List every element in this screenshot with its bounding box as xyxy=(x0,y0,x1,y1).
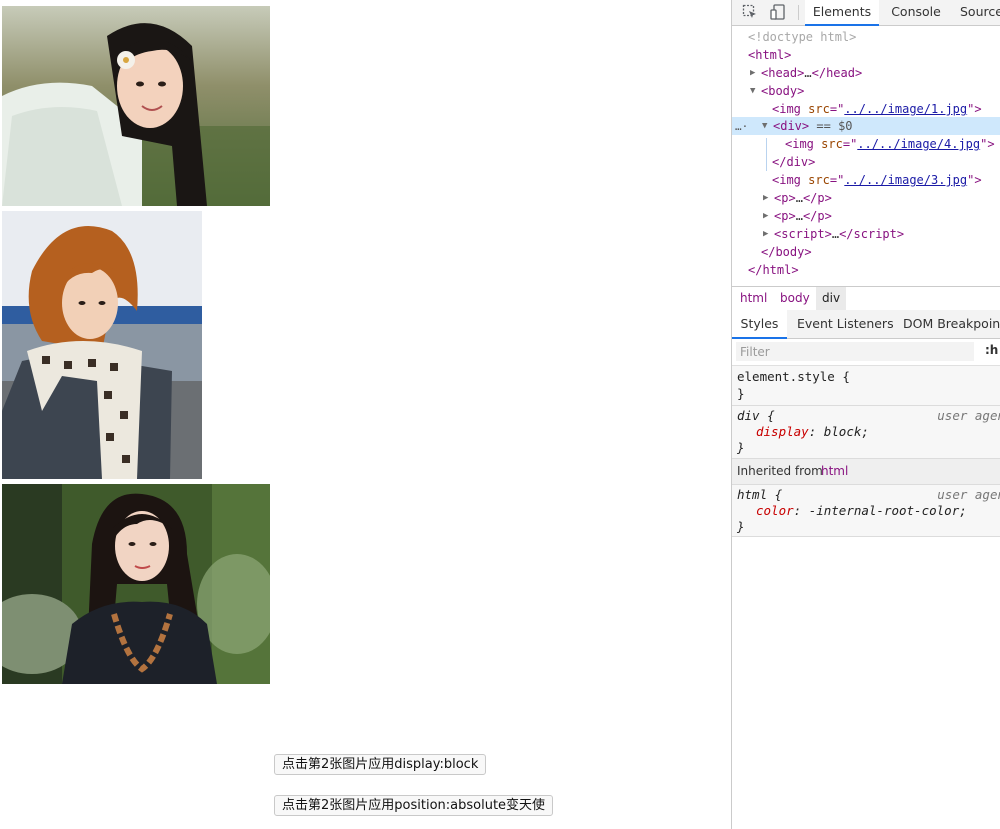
html-rule-declaration[interactable]: color: -internal-root-color; xyxy=(756,502,967,519)
dom-script[interactable]: ▶ <script>…</script> xyxy=(763,225,904,243)
devtools-toolbar: Elements Console Source xyxy=(732,0,1000,26)
styles-tab-bar: Styles Event Listeners DOM Breakpoints xyxy=(732,310,1000,339)
img4-src-link[interactable]: ../../image/4.jpg xyxy=(857,137,980,151)
html-style-rule: html { user agen color: -internal-root-c… xyxy=(732,485,1000,537)
dom-p-2[interactable]: ▶ <p>…</p> xyxy=(763,207,832,225)
dom-doctype[interactable]: <!doctype html> xyxy=(748,28,856,46)
devtools-panel: Elements Console Source <!doctype html> … xyxy=(731,0,1000,829)
dom-div-selected[interactable]: ▼ <div> == $0 xyxy=(762,117,853,135)
div-rule-source: user agen xyxy=(937,408,1000,423)
html-rule-source: user agen xyxy=(937,487,1000,502)
inherited-label: Inherited from xyxy=(737,464,823,478)
dom-img-4[interactable]: <img src="../../image/4.jpg"> xyxy=(785,135,995,153)
expand-arrow-icon[interactable]: ▶ xyxy=(750,64,755,82)
hover-state-toggle[interactable]: :h xyxy=(985,343,998,357)
dom-p-1[interactable]: ▶ <p>…</p> xyxy=(763,189,832,207)
dom-body-open[interactable]: ▼ <body> xyxy=(750,82,804,100)
breadcrumb-html[interactable]: html xyxy=(734,287,773,310)
dom-head[interactable]: ▶ <head>…</head> xyxy=(750,64,862,82)
element-style-selector[interactable]: element.style { xyxy=(737,368,850,385)
tab-sources[interactable]: Source xyxy=(960,0,1000,25)
child-indent-guide xyxy=(766,138,767,171)
rule-close-brace: } xyxy=(737,386,745,401)
collapse-arrow-icon[interactable]: ▼ xyxy=(750,82,755,100)
dom-html-open[interactable]: <html> xyxy=(748,46,791,64)
inherited-tag[interactable]: html xyxy=(821,459,848,483)
expand-arrow-icon[interactable]: ▶ xyxy=(763,189,768,207)
apply-display-block-button[interactable]: 点击第2张图片应用display:block xyxy=(274,754,487,775)
tab-console[interactable]: Console xyxy=(884,0,948,25)
img1-src-link[interactable]: ../../image/1.jpg xyxy=(844,102,967,116)
html-rule-selector[interactable]: html { xyxy=(737,486,782,503)
div-style-rule: div { user agen display: block; } xyxy=(732,406,1000,459)
styles-filter-row: :h xyxy=(732,339,1000,366)
breadcrumb: html body div xyxy=(732,286,1000,311)
img3-src-link[interactable]: ../../image/3.jpg xyxy=(844,173,967,187)
dom-body-close[interactable]: </body> xyxy=(761,243,812,261)
inspect-element-icon[interactable] xyxy=(742,4,758,20)
expand-arrow-icon[interactable]: ▶ xyxy=(763,225,768,243)
element-style-rule: element.style { } xyxy=(732,366,1000,406)
breadcrumb-div[interactable]: div xyxy=(816,287,847,310)
tab-styles[interactable]: Styles xyxy=(732,310,787,339)
image-2 xyxy=(2,211,202,479)
tab-elements[interactable]: Elements xyxy=(805,0,879,26)
dom-html-close[interactable]: </html> xyxy=(748,261,799,279)
breadcrumb-body[interactable]: body xyxy=(774,287,816,310)
dom-div-close[interactable]: </div> xyxy=(772,153,815,171)
expand-arrow-icon[interactable]: ▶ xyxy=(763,207,768,225)
web-page: 点击第2张图片应用display:block 点击第2张图片应用position… xyxy=(0,0,732,829)
dom-tree: <!doctype html> <html> ▶ <head>…</head> … xyxy=(732,26,1000,285)
div-rule-selector[interactable]: div { xyxy=(737,407,775,424)
rule-close-brace: } xyxy=(737,440,745,455)
styles-filter-input[interactable] xyxy=(736,342,974,361)
toolbar-separator xyxy=(798,5,799,20)
collapse-arrow-icon[interactable]: ▼ xyxy=(762,117,767,135)
dom-img-1[interactable]: <img src="../../image/1.jpg"> xyxy=(772,100,982,118)
styles-empty-area xyxy=(732,537,1000,829)
dom-row-dots[interactable]: …· xyxy=(735,117,748,135)
div-rule-declaration[interactable]: display: block; xyxy=(756,423,869,440)
apply-position-absolute-button[interactable]: 点击第2张图片应用position:absolute变天使 xyxy=(274,795,554,816)
inherited-from-bar: Inherited from html xyxy=(732,459,1000,485)
dom-img-3[interactable]: <img src="../../image/3.jpg"> xyxy=(772,171,982,189)
image-3 xyxy=(2,484,270,684)
image-1 xyxy=(2,6,270,206)
tab-event-listeners[interactable]: Event Listeners xyxy=(797,310,894,338)
device-toolbar-icon[interactable] xyxy=(770,4,786,20)
rule-close-brace: } xyxy=(737,519,745,534)
tab-dom-breakpoints[interactable]: DOM Breakpoints xyxy=(903,310,1000,338)
